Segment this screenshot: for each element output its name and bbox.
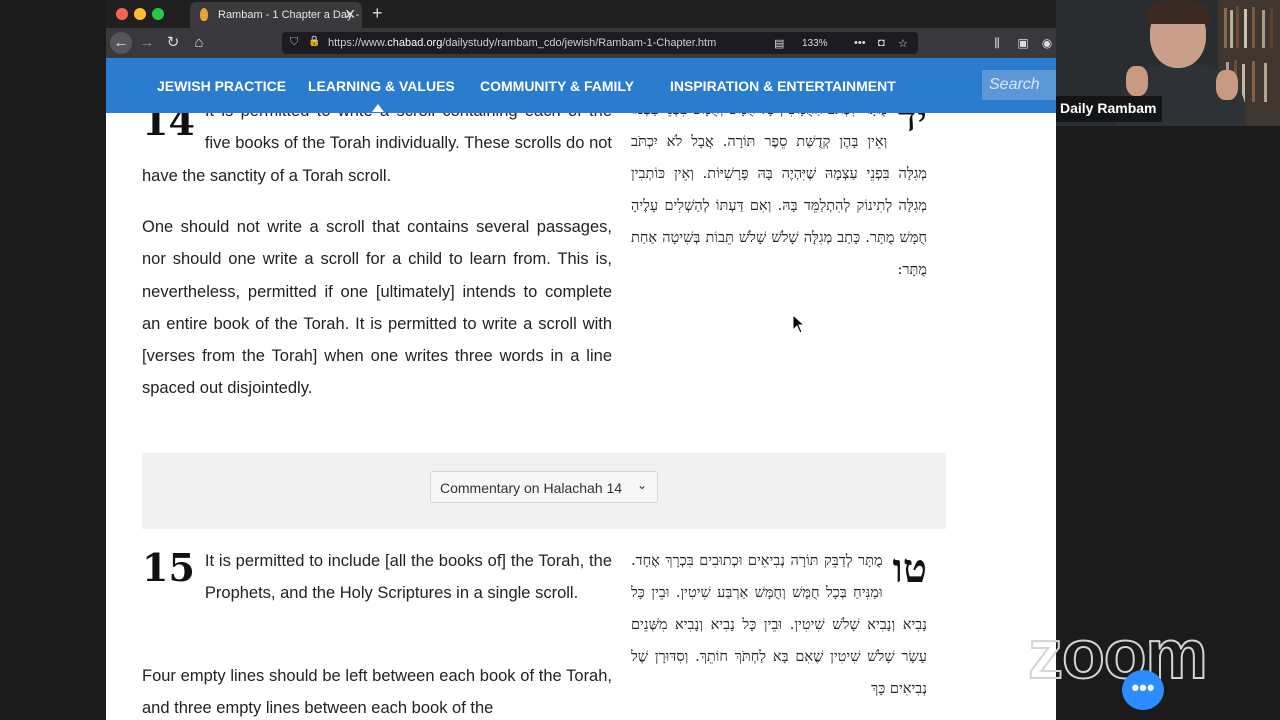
- tab-title: Rambam - 1 Chapter a Day - Da: [218, 9, 362, 21]
- bookmark-star-icon[interactable]: ☆: [898, 37, 908, 50]
- halachah-14-number: 14: [142, 113, 195, 144]
- more-options-button[interactable]: •••: [1122, 670, 1164, 710]
- url-prefix: https://www.: [328, 37, 388, 49]
- halachah-14-english-body: One should not write a scroll that conta…: [142, 218, 612, 398]
- halachah-14-hebrew: יד מֻתָּר לִכְתֹּב הַחֻמָּשִׁין כָּל חֻמ…: [631, 113, 927, 286]
- back-icon[interactable]: ←: [110, 32, 132, 54]
- speaker-left-hand: [1126, 66, 1148, 96]
- participant-name: Daily Rambam: [1056, 96, 1163, 122]
- halachah-15-hebrew: טו מֻתָּר לְדַבֵּק תּוֹרָה נְבִיאִים וּכ…: [631, 545, 927, 698]
- new-tab-icon[interactable]: +: [372, 3, 383, 24]
- url-domain: chabad.org: [387, 37, 443, 49]
- nav-community-family[interactable]: COMMUNITY & FAMILY: [480, 78, 634, 94]
- close-window-button[interactable]: [116, 8, 128, 20]
- zoom-logo: zoom: [1027, 615, 1209, 693]
- browser-toolbar: ← → ↻ ⌂ ⛉ 🔒 https://www.chabad.org/daily…: [106, 28, 1056, 58]
- url-path: /dailystudy/rambam_cdo/jewish/Rambam-1-C…: [442, 37, 717, 49]
- nav-learning-values[interactable]: LEARNING & VALUES: [308, 78, 455, 94]
- reader-view-icon[interactable]: ▤: [774, 37, 784, 50]
- forward-icon[interactable]: →: [136, 33, 158, 53]
- browser-window: Rambam - 1 Chapter a Day - Da ✕ + ← → ↻ …: [106, 0, 1056, 720]
- lock-icon[interactable]: 🔒: [308, 36, 320, 47]
- halachah-15-number: 15: [142, 545, 195, 590]
- nav-jewish-practice[interactable]: JEWISH PRACTICE: [157, 78, 286, 94]
- site-navigation: JEWISH PRACTICE LEARNING & VALUES COMMUN…: [106, 58, 1056, 113]
- url-bar[interactable]: ⛉ 🔒 https://www.chabad.org/dailystudy/ra…: [282, 32, 918, 54]
- nav-inspiration-entertainment[interactable]: INSPIRATION & ENTERTAINMENT: [670, 78, 896, 94]
- minimize-window-button[interactable]: [134, 8, 146, 20]
- browser-tab[interactable]: Rambam - 1 Chapter a Day - Da ✕: [190, 2, 362, 28]
- halachah-15-english-lead: 15 It is permitted to include [all the b…: [142, 545, 612, 603]
- commentary-dropdown[interactable]: Commentary on Halachah 14 ⌄: [430, 471, 658, 503]
- sidebar-icon[interactable]: ▣: [1012, 33, 1034, 53]
- maximize-window-button[interactable]: [152, 8, 164, 20]
- page-actions-icon[interactable]: •••: [854, 37, 866, 49]
- search-input[interactable]: Search: [982, 70, 1056, 100]
- account-icon[interactable]: ◉: [1036, 33, 1056, 53]
- speaker-right-hand: [1216, 70, 1238, 100]
- participant-video[interactable]: Daily Rambam: [1056, 0, 1280, 126]
- commentary-dropdown-label: Commentary on Halachah 14: [440, 480, 623, 496]
- pocket-icon[interactable]: ◘: [878, 37, 885, 49]
- page-content: 14 It is permitted to write a scroll con…: [106, 113, 1056, 720]
- halachah-14-hebrew-number: יד: [897, 113, 927, 141]
- halachah-15-hebrew-number: טו: [892, 545, 927, 592]
- reload-icon[interactable]: ↻: [162, 33, 184, 53]
- close-tab-icon[interactable]: ✕: [344, 6, 356, 23]
- tab-bar: Rambam - 1 Chapter a Day - Da ✕ +: [106, 0, 1056, 28]
- speaker-hair: [1146, 0, 1210, 24]
- library-icon[interactable]: ⫼: [986, 33, 1008, 53]
- halachah-14-english-lead: 14 It is permitted to write a scroll con…: [142, 113, 612, 192]
- chabad-favicon-icon: [200, 8, 208, 21]
- commentary-section: Commentary on Halachah 14 ⌄: [142, 453, 946, 529]
- chevron-down-icon: ⌄: [636, 478, 647, 492]
- zoom-level-badge[interactable]: 133%: [802, 38, 828, 49]
- halachah-15-english-body: Four empty lines should be left between …: [142, 667, 612, 718]
- home-icon[interactable]: ⌂: [188, 33, 210, 53]
- active-nav-caret-icon: [372, 104, 384, 112]
- tracking-shield-icon[interactable]: ⛉: [290, 36, 298, 49]
- mouse-cursor-icon: [792, 314, 806, 334]
